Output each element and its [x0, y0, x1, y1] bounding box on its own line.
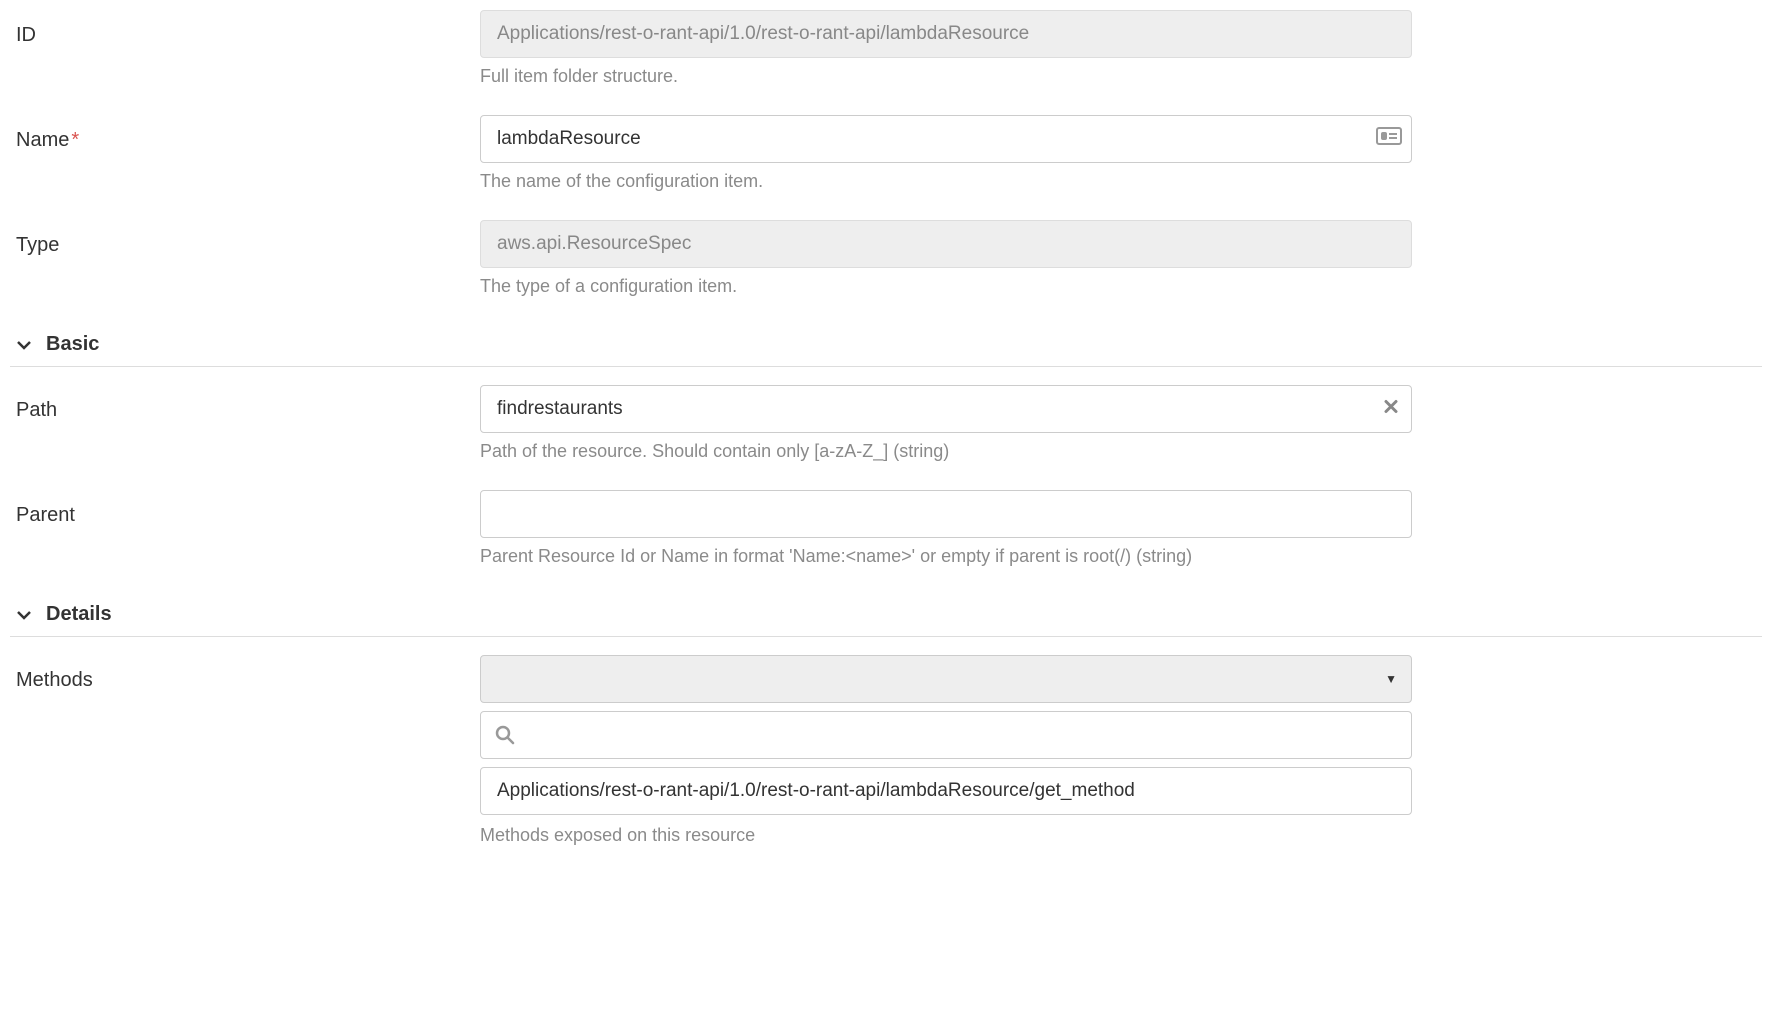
parent-help: Parent Resource Id or Name in format 'Na…: [480, 546, 1412, 567]
parent-label: Parent: [10, 490, 480, 527]
id-label: ID: [10, 10, 480, 47]
parent-row: Parent Parent Resource Id or Name in for…: [10, 490, 1762, 567]
methods-item[interactable]: Applications/rest-o-rant-api/1.0/rest-o-…: [480, 767, 1412, 815]
type-help: The type of a configuration item.: [480, 276, 1412, 297]
path-label: Path: [10, 385, 480, 422]
id-field: Applications/rest-o-rant-api/1.0/rest-o-…: [480, 10, 1412, 58]
parent-field[interactable]: [480, 490, 1412, 538]
name-row: Name* The name of the configuration item…: [10, 115, 1762, 192]
chevron-down-icon: [16, 337, 32, 353]
methods-row: Methods ▼ Applications/rest-o-rant-api/1…: [10, 655, 1762, 846]
id-help: Full item folder structure.: [480, 66, 1412, 87]
required-marker: *: [71, 129, 79, 151]
search-icon: [495, 725, 515, 745]
chevron-down-icon: [16, 607, 32, 623]
name-field[interactable]: [480, 115, 1412, 163]
methods-select[interactable]: ▼: [480, 655, 1412, 703]
section-details-title: Details: [46, 603, 112, 626]
path-field[interactable]: [480, 385, 1412, 433]
methods-search-input[interactable]: [525, 725, 1397, 746]
section-details[interactable]: Details: [10, 595, 1762, 637]
path-help: Path of the resource. Should contain onl…: [480, 441, 1412, 462]
name-label: Name*: [10, 115, 480, 152]
clear-icon[interactable]: [1384, 400, 1398, 419]
type-field: aws.api.ResourceSpec: [480, 220, 1412, 268]
path-row: Path Path of the resource. Should contai…: [10, 385, 1762, 462]
methods-search[interactable]: [480, 711, 1412, 759]
section-basic-title: Basic: [46, 333, 99, 356]
caret-down-icon: ▼: [1385, 672, 1397, 686]
section-basic[interactable]: Basic: [10, 325, 1762, 367]
type-row: Type aws.api.ResourceSpec The type of a …: [10, 220, 1762, 297]
methods-help: Methods exposed on this resource: [480, 825, 1412, 846]
name-help: The name of the configuration item.: [480, 171, 1412, 192]
id-row: ID Applications/rest-o-rant-api/1.0/rest…: [10, 10, 1762, 87]
id-card-icon[interactable]: [1376, 127, 1402, 151]
methods-label: Methods: [10, 655, 480, 692]
type-label: Type: [10, 220, 480, 257]
